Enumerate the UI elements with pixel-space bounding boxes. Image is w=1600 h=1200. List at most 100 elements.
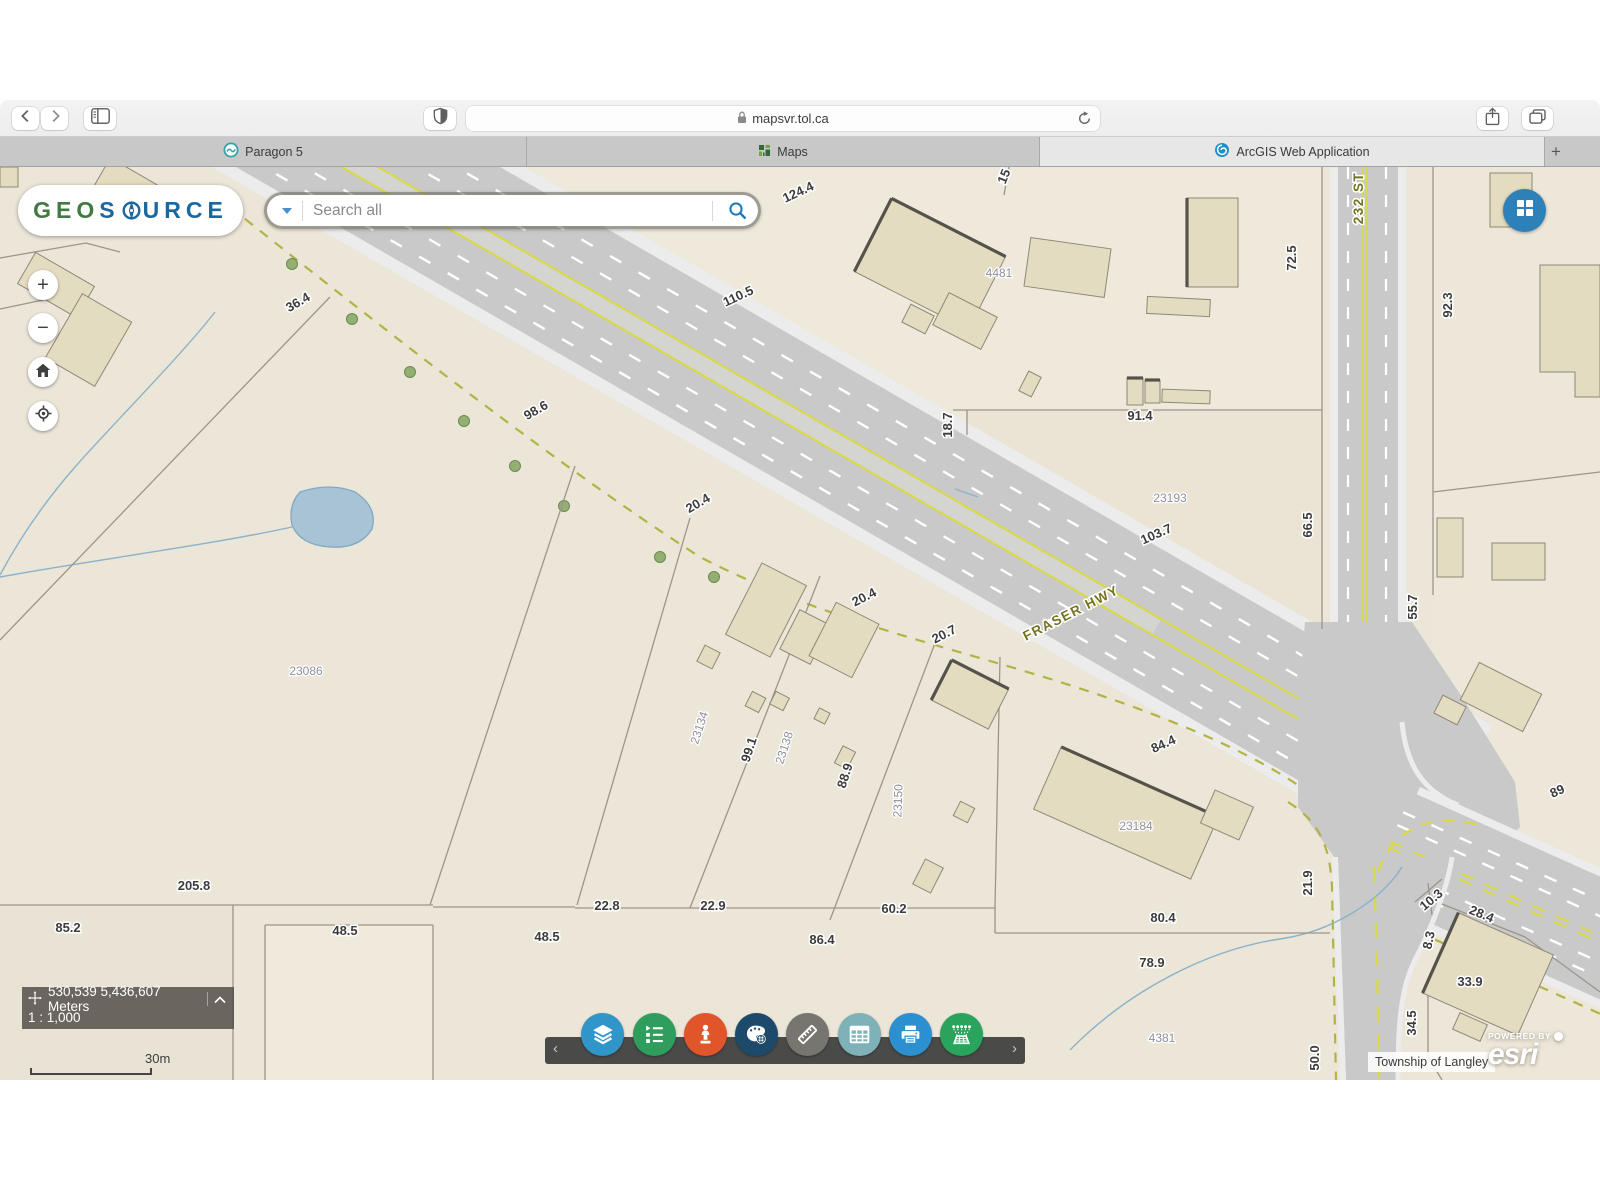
grid-icon (1514, 197, 1536, 224)
attribute-table-button[interactable] (838, 1013, 881, 1056)
back-icon (17, 107, 35, 130)
building (1147, 296, 1211, 316)
tree-icon (405, 367, 416, 378)
search-dropdown-caret-icon[interactable] (282, 208, 292, 214)
search-input[interactable] (313, 202, 702, 220)
search-icon[interactable] (727, 200, 748, 221)
survey-button[interactable] (940, 1013, 983, 1056)
building (1162, 389, 1210, 404)
tree-icon (459, 416, 470, 427)
shield-icon (433, 107, 448, 130)
dimension-label: 85.2 (55, 920, 80, 935)
scale-bar-label: 30m (145, 1051, 170, 1066)
home-icon (35, 361, 51, 384)
apps-grid-button[interactable] (1503, 189, 1546, 232)
sidebar-button[interactable] (84, 107, 116, 130)
divider (712, 201, 713, 221)
refresh-icon[interactable] (1077, 111, 1092, 129)
dimension-label: 66.5 (1300, 512, 1315, 537)
dimension-label: 72.5 (1284, 245, 1299, 270)
sidebar-icon (91, 108, 110, 129)
legend-icon (642, 1022, 667, 1047)
browser-window: mapsvr.tol.ca Paragon 5 Maps ArcGIS (0, 100, 1600, 1080)
plus-icon: + (1551, 142, 1561, 162)
locate-button[interactable] (28, 401, 58, 431)
tab-maps[interactable]: Maps (527, 137, 1040, 166)
toolbar-scroll-left-icon[interactable]: ‹ (553, 1040, 558, 1057)
parcel-number-label: 23086 (289, 664, 323, 678)
esri-logo: POWERED BY esri (1488, 1031, 1563, 1069)
measure-icon (795, 1022, 820, 1047)
share-button[interactable] (1477, 107, 1508, 130)
tab-bar: Paragon 5 Maps ArcGIS Web Application + (0, 137, 1600, 167)
locate-icon (35, 405, 52, 428)
zoom-out-button[interactable]: − (28, 313, 58, 343)
crosshair-icon[interactable] (28, 991, 42, 1008)
dimension-label: 92.3 (1440, 292, 1455, 317)
building (1145, 380, 1160, 403)
dimension-label: 34.5 (1404, 1010, 1419, 1035)
dimension-label: 50.0 (1307, 1045, 1322, 1070)
privacy-shield-button[interactable] (424, 107, 456, 130)
dimension-label: 80.4 (1150, 910, 1176, 925)
dimension-label: 78.9 (1139, 955, 1164, 970)
compass-icon (121, 200, 142, 221)
measure-button[interactable] (786, 1013, 829, 1056)
collapse-chevron-icon[interactable] (214, 992, 226, 1007)
survey-icon (949, 1022, 974, 1047)
dimension-label: 22.9 (700, 898, 725, 913)
toolbar-scroll-right-icon[interactable]: › (1012, 1040, 1017, 1057)
tree-icon (347, 314, 358, 325)
new-tab-button[interactable]: + (1545, 137, 1600, 166)
home-button[interactable] (28, 357, 58, 387)
attribute-table-icon (847, 1022, 872, 1047)
dimension-label: 33.9 (1457, 974, 1482, 989)
map-scale-value: 1 : 1,000 (28, 1010, 81, 1025)
parcel-number-label: 4481 (986, 266, 1013, 280)
dimension-label: 91.4 (1127, 408, 1153, 423)
map-attribution: Township of Langley (1368, 1052, 1495, 1072)
print-icon (898, 1022, 923, 1047)
dimension-label: 48.5 (534, 929, 559, 944)
draw-button[interactable] (735, 1013, 778, 1056)
tabs-icon (1529, 109, 1546, 129)
tree-icon (287, 259, 298, 270)
dimension-label: 21.9 (1300, 870, 1315, 895)
tab-label: ArcGIS Web Application (1236, 145, 1369, 159)
building (1187, 198, 1238, 287)
building (1024, 238, 1111, 298)
tree-icon (510, 461, 521, 472)
layers-icon (590, 1022, 616, 1048)
forward-button[interactable] (41, 107, 68, 130)
dimension-label: 22.8 (594, 898, 619, 913)
print-button[interactable] (889, 1013, 932, 1056)
identify-button[interactable] (684, 1013, 727, 1056)
zoom-in-button[interactable]: + (28, 270, 58, 300)
identify-icon (693, 1022, 718, 1047)
tab-arcgis[interactable]: ArcGIS Web Application (1040, 137, 1545, 166)
dimension-label: 18.7 (940, 412, 955, 437)
coordinate-panel: 530,539 5,436,607 Meters 1 : 1,000 (22, 987, 234, 1029)
scale-bar-line (30, 1068, 152, 1075)
esri-brand-text: esri (1488, 1041, 1563, 1069)
legend-button[interactable] (633, 1013, 676, 1056)
address-bar[interactable]: mapsvr.tol.ca (466, 106, 1100, 131)
draw-icon (744, 1022, 769, 1047)
map-canvas[interactable]: 124.4110.536.498.620.41591.418.7103.766.… (0, 167, 1600, 1080)
parcel-number-label: 4381 (1149, 1031, 1176, 1045)
search-bar (264, 192, 761, 229)
logo-text-geo: GEO (33, 197, 99, 224)
back-button[interactable] (12, 107, 39, 130)
tabs-overview-button[interactable] (1522, 107, 1553, 130)
tab-label: Maps (777, 145, 808, 159)
tab-paragon5[interactable]: Paragon 5 (0, 137, 527, 166)
dimension-label: 55.7 (1405, 594, 1420, 619)
forward-icon (46, 107, 64, 130)
layers-button[interactable] (581, 1013, 624, 1056)
esri-globe-icon (1554, 1032, 1563, 1041)
screenshot: mapsvr.tol.ca Paragon 5 Maps ArcGIS (0, 0, 1600, 1200)
arcgis-icon (1214, 142, 1230, 161)
dimension-label: 48.5 (332, 923, 357, 938)
tree-icon (655, 552, 666, 563)
url-text: mapsvr.tol.ca (752, 111, 829, 126)
